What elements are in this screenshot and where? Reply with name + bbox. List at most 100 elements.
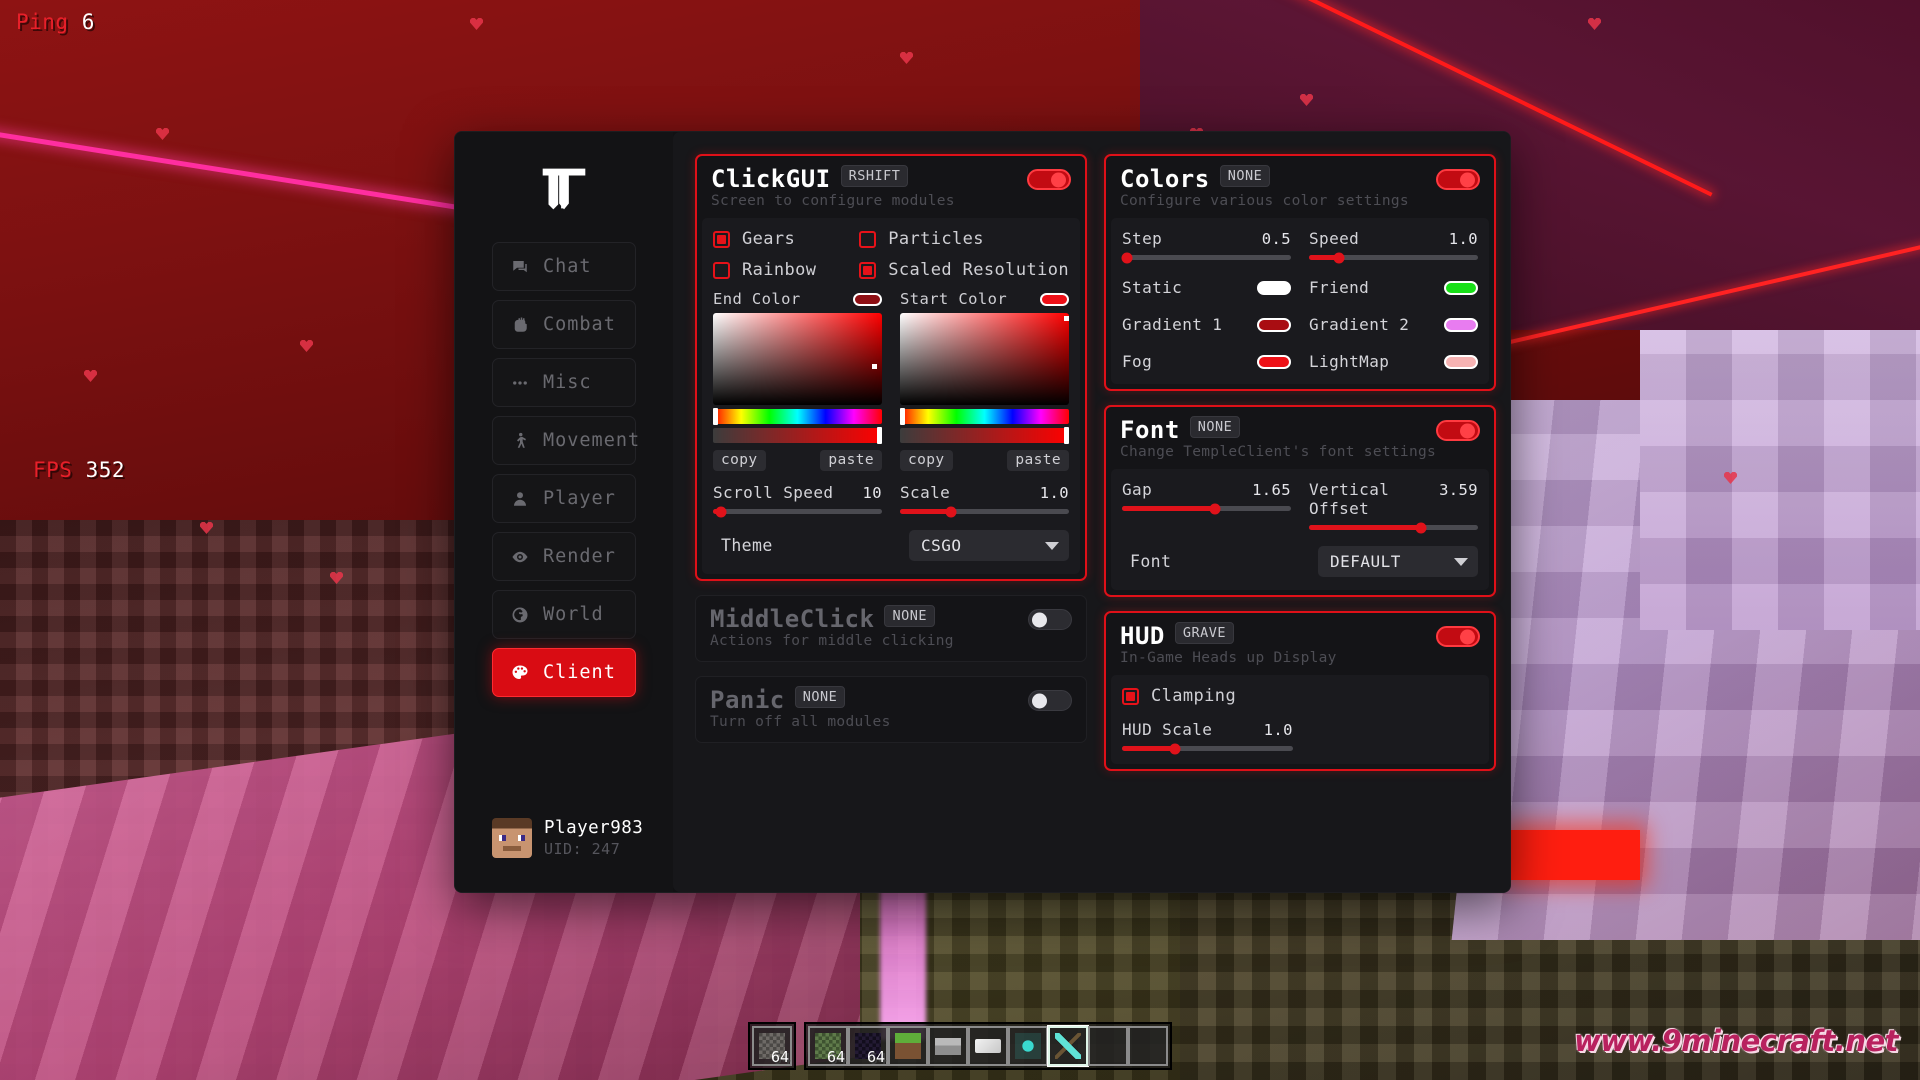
saturation-value-field[interactable] (900, 313, 1069, 405)
slider-scale[interactable]: Scale 1.0 (900, 483, 1069, 517)
slider-vertical-offset[interactable]: Vertical Offset 3.59 (1309, 480, 1478, 533)
sidebar-item-render[interactable]: Render (492, 532, 636, 581)
dropdown-theme: Theme CSGO (713, 530, 1069, 561)
player-profile[interactable]: Player983 UID: 247 (492, 818, 643, 858)
module-toggle[interactable] (1027, 169, 1071, 190)
alpha-slider[interactable] (713, 427, 882, 444)
module-keybind-badge[interactable]: NONE (794, 686, 846, 708)
slider-track[interactable] (1122, 743, 1293, 754)
module-toggle[interactable] (1028, 690, 1072, 711)
static-color-swatch[interactable] (1257, 280, 1291, 295)
checkbox-row-particles[interactable]: Particles (859, 229, 1069, 249)
sidebar-item-misc[interactable]: Misc (492, 358, 636, 407)
hue-slider[interactable] (713, 408, 882, 425)
slider-track[interactable] (1121, 252, 1291, 263)
slider-knob[interactable] (1415, 522, 1427, 533)
ping-indicator: Ping 6 (16, 10, 95, 34)
slider-track[interactable] (900, 506, 1069, 517)
sidebar-item-client[interactable]: Client (492, 648, 636, 697)
hotbar-slot-selected[interactable] (1048, 1026, 1088, 1066)
slider-gap[interactable]: Gap 1.65 (1122, 480, 1291, 530)
slider-track[interactable] (1309, 252, 1478, 263)
slider-label: Gap (1122, 480, 1153, 499)
hue-cursor[interactable] (713, 408, 718, 425)
slider-speed[interactable]: Speed 1.0 (1309, 229, 1478, 263)
slider-hud-scale[interactable]: HUD Scale 1.0 (1122, 720, 1293, 754)
module-keybind-badge[interactable]: GRAVE (1174, 622, 1234, 644)
scaled-resolution-checkbox[interactable] (859, 261, 877, 279)
hue-slider[interactable] (900, 408, 1069, 425)
sidebar-item-chat[interactable]: Chat (492, 242, 636, 291)
slider-scroll-speed[interactable]: Scroll Speed 10 (713, 483, 882, 517)
rainbow-checkbox[interactable] (713, 261, 730, 279)
font-select[interactable]: DEFAULT (1318, 546, 1478, 577)
fog-color-swatch[interactable] (1257, 354, 1291, 369)
module-toggle[interactable] (1436, 626, 1480, 647)
alpha-cursor[interactable] (876, 427, 882, 444)
swatch-row-gradient-1[interactable]: Gradient 1 (1122, 315, 1291, 334)
module-keybind-badge[interactable]: NONE (1219, 165, 1271, 187)
copy-button[interactable]: copy (900, 450, 953, 471)
sv-cursor[interactable] (1063, 315, 1069, 321)
lightmap-color-swatch[interactable] (1444, 354, 1478, 369)
sidebar-item-combat[interactable]: Combat (492, 300, 636, 349)
gradient-1-color-swatch[interactable] (1257, 317, 1291, 332)
swatch-row-friend[interactable]: Friend (1309, 278, 1478, 297)
hotbar-slot[interactable] (888, 1026, 928, 1066)
saturation-value-field[interactable] (713, 313, 882, 405)
theme-select[interactable]: CSGO (909, 530, 1069, 561)
checkbox-row-clamping[interactable]: Clamping (1122, 686, 1478, 706)
module-toggle[interactable] (1436, 169, 1480, 190)
module-description: Turn off all modules (710, 714, 891, 730)
particles-checkbox[interactable] (859, 230, 877, 248)
hotbar-offhand-slot[interactable]: 64 (752, 1026, 792, 1066)
hotbar-slot[interactable] (928, 1026, 968, 1066)
sidebar-item-world[interactable]: World (492, 590, 636, 639)
sv-cursor[interactable] (871, 363, 877, 369)
swatch-row-lightmap[interactable]: LightMap (1309, 352, 1478, 371)
start-color-swatch[interactable] (1040, 292, 1069, 306)
swatch-row-static[interactable]: Static (1122, 278, 1291, 297)
slider-knob[interactable] (1121, 252, 1133, 263)
checkbox-row-scaled-resolution[interactable]: Scaled Resolution (859, 260, 1069, 280)
module-keybind-badge[interactable]: NONE (1189, 416, 1241, 438)
end-color-swatch[interactable] (853, 292, 882, 306)
swatch-row-fog[interactable]: Fog (1122, 352, 1291, 371)
swatch-row-gradient-2[interactable]: Gradient 2 (1309, 315, 1478, 334)
module-toggle[interactable] (1028, 609, 1072, 630)
hotbar-slot[interactable] (1088, 1026, 1128, 1066)
module-toggle[interactable] (1436, 420, 1480, 441)
slider-knob[interactable] (945, 506, 957, 517)
checkbox-row-rainbow[interactable]: Rainbow (713, 260, 841, 280)
slider-knob[interactable] (1333, 252, 1345, 263)
swatch-label: Gradient 2 (1309, 315, 1410, 334)
hotbar-slot[interactable]: 64 (808, 1026, 848, 1066)
module-keybind-badge[interactable]: NONE (884, 605, 935, 627)
checkbox-row-gears[interactable]: Gears (713, 229, 841, 249)
hotbar-slot[interactable]: 64 (848, 1026, 888, 1066)
chevron-down-icon (1454, 557, 1468, 566)
clamping-checkbox[interactable] (1122, 687, 1139, 705)
gradient-2-color-swatch[interactable] (1444, 317, 1478, 332)
sidebar-item-player[interactable]: Player (492, 474, 636, 523)
gears-checkbox[interactable] (713, 230, 730, 248)
paste-button[interactable]: paste (820, 450, 882, 471)
slider-knob[interactable] (1169, 743, 1181, 754)
paste-button[interactable]: paste (1007, 450, 1069, 471)
slider-knob[interactable] (715, 506, 727, 517)
alpha-slider[interactable] (900, 427, 1069, 444)
slider-track[interactable] (1122, 503, 1291, 514)
sidebar-item-movement[interactable]: Movement (492, 416, 639, 465)
friend-color-swatch[interactable] (1444, 280, 1478, 295)
hotbar-slot[interactable] (968, 1026, 1008, 1066)
slider-step[interactable]: Step 0.5 (1121, 229, 1291, 263)
hue-cursor[interactable] (900, 408, 905, 425)
slider-knob[interactable] (1209, 503, 1221, 514)
slider-track[interactable] (713, 506, 882, 517)
copy-button[interactable]: copy (713, 450, 766, 471)
alpha-cursor[interactable] (1063, 427, 1069, 444)
slider-track[interactable] (1309, 522, 1478, 533)
module-keybind-badge[interactable]: RSHIFT (840, 165, 909, 187)
hotbar-slot[interactable] (1008, 1026, 1048, 1066)
hotbar-slot[interactable] (1128, 1026, 1168, 1066)
